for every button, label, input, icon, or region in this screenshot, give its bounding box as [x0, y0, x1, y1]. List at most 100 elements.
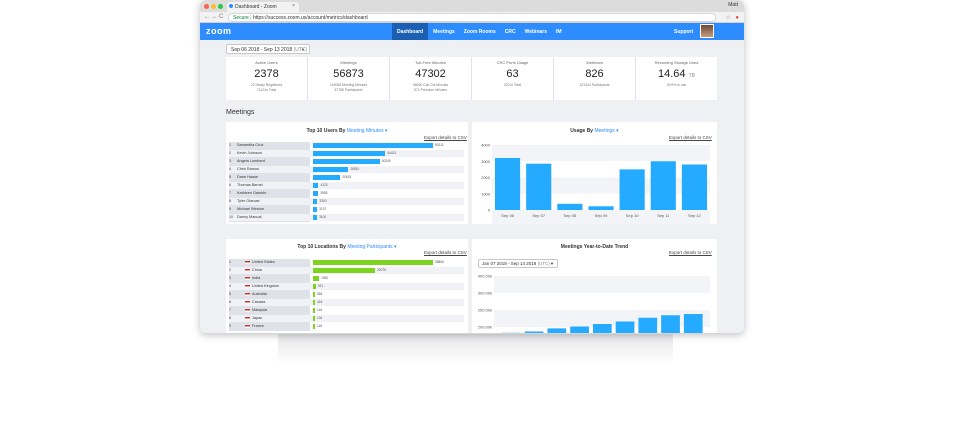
y-tick-label: 200.00k [478, 325, 492, 330]
date-range-text: Sep 06 2018 - Sep 13 2018 [231, 47, 293, 53]
usage-bar[interactable] [650, 161, 676, 210]
maximize-window-dot[interactable] [218, 4, 223, 9]
rank-number: 8 [229, 316, 231, 320]
bar-value-label: 20078 [377, 268, 386, 272]
reload-icon[interactable]: C [219, 14, 223, 20]
grid-band [492, 177, 710, 194]
usage-bar[interactable] [619, 169, 645, 210]
bar[interactable] [313, 316, 315, 321]
date-range-select[interactable]: Sep 06 2018 - Sep 13 2018 (UTC) ▼ [226, 44, 310, 54]
minimize-window-dot[interactable] [211, 4, 216, 9]
stat-value: 2378 [254, 68, 279, 80]
bar[interactable] [313, 324, 315, 329]
usage-bar[interactable] [681, 164, 707, 211]
y-tick-label: 400.00k [478, 274, 492, 279]
bar[interactable] [313, 191, 319, 196]
nav-im[interactable]: IM [552, 23, 566, 40]
usage-bar[interactable] [557, 203, 583, 210]
bar[interactable] [313, 268, 376, 273]
usage-bar[interactable] [495, 158, 521, 210]
bar-value-label: 3137 [319, 207, 327, 211]
support-link[interactable]: Support [674, 29, 693, 35]
bar[interactable] [313, 276, 320, 281]
bar[interactable] [313, 308, 315, 313]
forward-arrow-icon[interactable]: → [211, 14, 217, 20]
metric-dropdown[interactable]: Meeting Minutes ▾ [347, 128, 388, 134]
back-arrow-icon[interactable]: ← [204, 14, 210, 20]
nav-zoom-rooms[interactable]: Zoom Rooms [460, 23, 500, 40]
bar[interactable] [313, 215, 318, 220]
bookmark-star-icon[interactable]: ☆ [725, 15, 730, 21]
tab-close-icon[interactable]: × [292, 3, 295, 9]
secure-label: Secure [233, 15, 249, 21]
rank-number: 9 [229, 207, 231, 211]
country-flag-icon [245, 325, 250, 328]
zoom-header: zoom Dashboard Meetings Zoom Rooms CRC W… [200, 23, 744, 40]
stat-label: Webinars [586, 60, 603, 65]
nav-webinars[interactable]: Webinars [521, 23, 551, 40]
bar[interactable] [313, 260, 433, 265]
bar[interactable] [313, 284, 316, 289]
zoom-favicon-icon [229, 4, 233, 8]
ytd-bar[interactable] [638, 317, 658, 333]
stat-meetings: Meetings 56873 160065 Meeting Minutes 67… [308, 57, 390, 100]
ytd-bar[interactable] [570, 326, 589, 334]
export-csv-link[interactable]: Export details to CSV [424, 250, 467, 255]
browser-tab[interactable]: Dashboard - Zoom × [227, 2, 299, 12]
country-flag-icon [245, 317, 250, 320]
ytd-bar[interactable] [683, 314, 703, 333]
usage-bar[interactable] [588, 206, 614, 210]
bar-label: United Kingdom [252, 284, 280, 288]
close-window-dot[interactable] [204, 4, 209, 9]
rank-number: 2 [229, 151, 231, 155]
metric-dropdown[interactable]: Meeting Participants ▾ [347, 244, 396, 250]
grid-band [492, 161, 710, 178]
stat-value: 826 [585, 68, 604, 80]
bar[interactable] [313, 167, 349, 172]
usage-bar[interactable] [526, 163, 552, 210]
browser-profile-name[interactable]: Matt [728, 2, 738, 8]
bar-label: Danny Manual [237, 215, 262, 219]
nav-meetings[interactable]: Meetings [429, 23, 459, 40]
bar-value-label: 921 [317, 284, 324, 288]
stat-sub: 220 in Total [503, 83, 522, 87]
ytd-bar[interactable] [592, 324, 612, 333]
zoom-logo[interactable]: zoom [206, 26, 232, 36]
avatar[interactable] [700, 24, 714, 38]
url-field[interactable]: Secure | https://success.zoom.us/account… [228, 13, 716, 22]
stat-label: Meetings [340, 60, 357, 65]
main-nav: Dashboard Meetings Zoom Rooms CRC Webina… [392, 23, 567, 40]
bar[interactable] [313, 151, 386, 156]
ytd-bar[interactable] [524, 331, 544, 334]
bar-label: Thomas Barnel [237, 183, 263, 187]
export-csv-link[interactable]: Export details to CSV [424, 135, 467, 140]
bar[interactable] [313, 183, 319, 188]
bar[interactable] [313, 199, 318, 204]
bar[interactable] [313, 292, 315, 297]
ytd-bar[interactable] [661, 315, 680, 333]
address-bar-row: ← → C Secure | https://success.zoom.us/a… [200, 12, 744, 23]
bar-label: Kevin Johnson [237, 151, 262, 155]
bar[interactable] [313, 175, 341, 180]
ytd-bar[interactable] [547, 328, 567, 333]
extension-icon[interactable]: ● [735, 15, 739, 21]
bar-value-label: 90211 [435, 143, 444, 147]
ytd-bar[interactable] [615, 321, 635, 334]
nav-crc[interactable]: CRC [501, 23, 520, 40]
bar-value-label: 50245 [381, 159, 391, 163]
grid-band [494, 293, 710, 310]
bar[interactable] [313, 143, 433, 148]
rank-number: 4 [229, 284, 231, 288]
bar-row: 9 France 116 [229, 323, 464, 330]
ytd-chart: 400.00k 300.00k 250.00k 200.00k [478, 274, 710, 334]
bar[interactable] [313, 300, 315, 305]
bar[interactable] [313, 159, 380, 164]
bar-value-label: 3955 [320, 191, 328, 195]
bar[interactable] [313, 207, 318, 212]
nav-dashboard[interactable]: Dashboard [392, 23, 429, 40]
bar-value-label: 38806 [435, 260, 444, 264]
rank-number: 4 [229, 167, 231, 171]
bar-row: 1 United States 38806 [229, 259, 464, 266]
stat-label: Toll-Free Minutes [415, 60, 446, 65]
bar-row: 6 Canada 418 [229, 299, 464, 306]
